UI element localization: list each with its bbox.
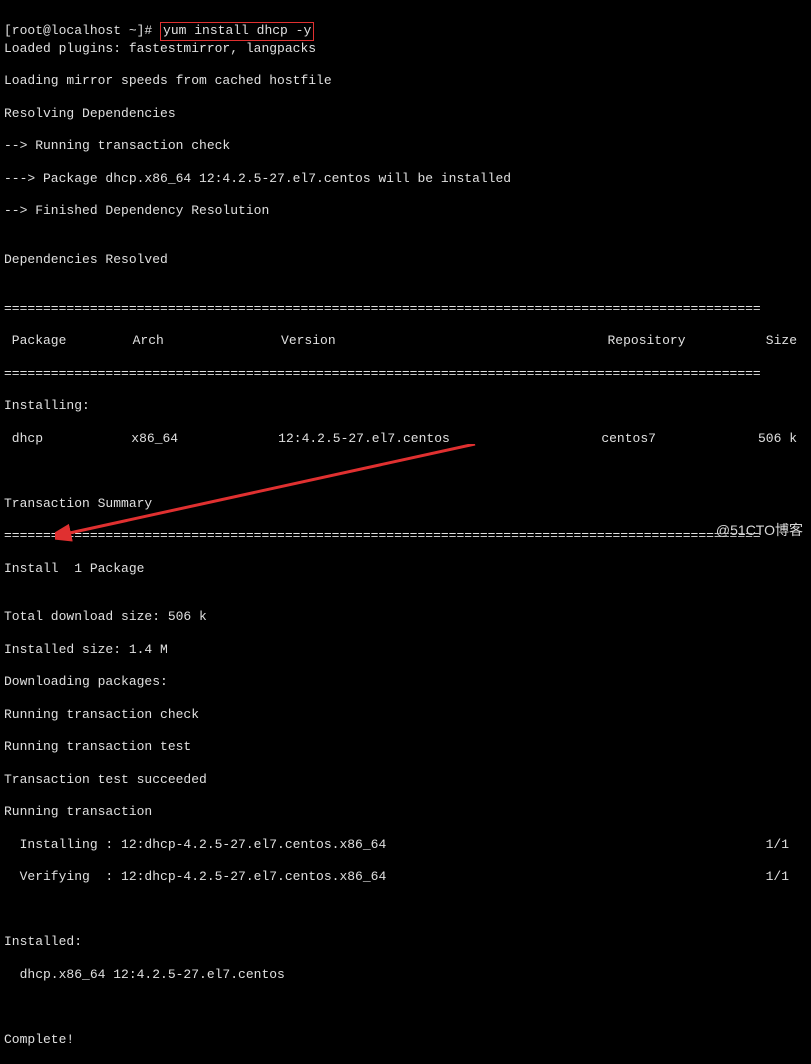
output-line: --> Running transaction check — [4, 138, 807, 154]
output-line: Loaded plugins: fastestmirror, langpacks — [4, 41, 807, 57]
table-row: dhcp x86_64 12:4.2.5-27.el7.centos cento… — [4, 431, 807, 447]
shell-prompt: [root@localhost ~]# — [4, 23, 160, 38]
output-line: Total download size: 506 k — [4, 609, 807, 625]
col-repository: Repository — [608, 333, 766, 349]
col-version: Version — [281, 333, 607, 349]
col-size: Size — [766, 333, 807, 349]
pkg-repo: centos7 — [601, 431, 758, 447]
output-line: Dependencies Resolved — [4, 252, 807, 268]
typed-command: yum install dhcp -y — [163, 23, 311, 38]
section-installed: Installed: — [4, 934, 807, 950]
divider-line: ========================================… — [4, 528, 807, 544]
tx-counter: 1/1 — [766, 869, 789, 885]
output-line: Running transaction — [4, 804, 807, 820]
installed-pkg: dhcp.x86_64 12:4.2.5-27.el7.centos — [4, 967, 807, 983]
pkg-version: 12:4.2.5-27.el7.centos — [278, 431, 601, 447]
divider-line: ========================================… — [4, 301, 807, 317]
tx-install-line: Installing : 12:dhcp-4.2.5-27.el7.centos… — [4, 837, 807, 853]
output-line: Loading mirror speeds from cached hostfi… — [4, 73, 807, 89]
output-line: Downloading packages: — [4, 674, 807, 690]
output-line: Running transaction test — [4, 739, 807, 755]
col-arch: Arch — [133, 333, 281, 349]
output-line: Resolving Dependencies — [4, 106, 807, 122]
divider-line: ========================================… — [4, 366, 807, 382]
table-header: Package Arch Version Repository Size — [4, 333, 807, 349]
complete-label: Complete! — [4, 1032, 807, 1048]
output-line: --> Finished Dependency Resolution — [4, 203, 807, 219]
tx-verify-line: Verifying : 12:dhcp-4.2.5-27.el7.centos.… — [4, 869, 807, 885]
pkg-name: dhcp — [4, 431, 131, 447]
output-line: Installed size: 1.4 M — [4, 642, 807, 658]
output-line: Transaction test succeeded — [4, 772, 807, 788]
command-highlight: yum install dhcp -y — [160, 22, 314, 40]
tx-counter: 1/1 — [766, 837, 789, 853]
terminal-output: [root@localhost ~]# yum install dhcp -y … — [4, 6, 807, 1064]
section-transaction-summary: Transaction Summary — [4, 496, 807, 512]
pkg-size: 506 k — [758, 431, 807, 447]
col-package: Package — [4, 333, 133, 349]
output-line: Running transaction check — [4, 707, 807, 723]
section-installing: Installing: — [4, 398, 807, 414]
install-count: Install 1 Package — [4, 561, 807, 577]
output-line: ---> Package dhcp.x86_64 12:4.2.5-27.el7… — [4, 171, 807, 187]
watermark-text: @51CTO博客 — [716, 522, 803, 540]
pkg-arch: x86_64 — [131, 431, 278, 447]
